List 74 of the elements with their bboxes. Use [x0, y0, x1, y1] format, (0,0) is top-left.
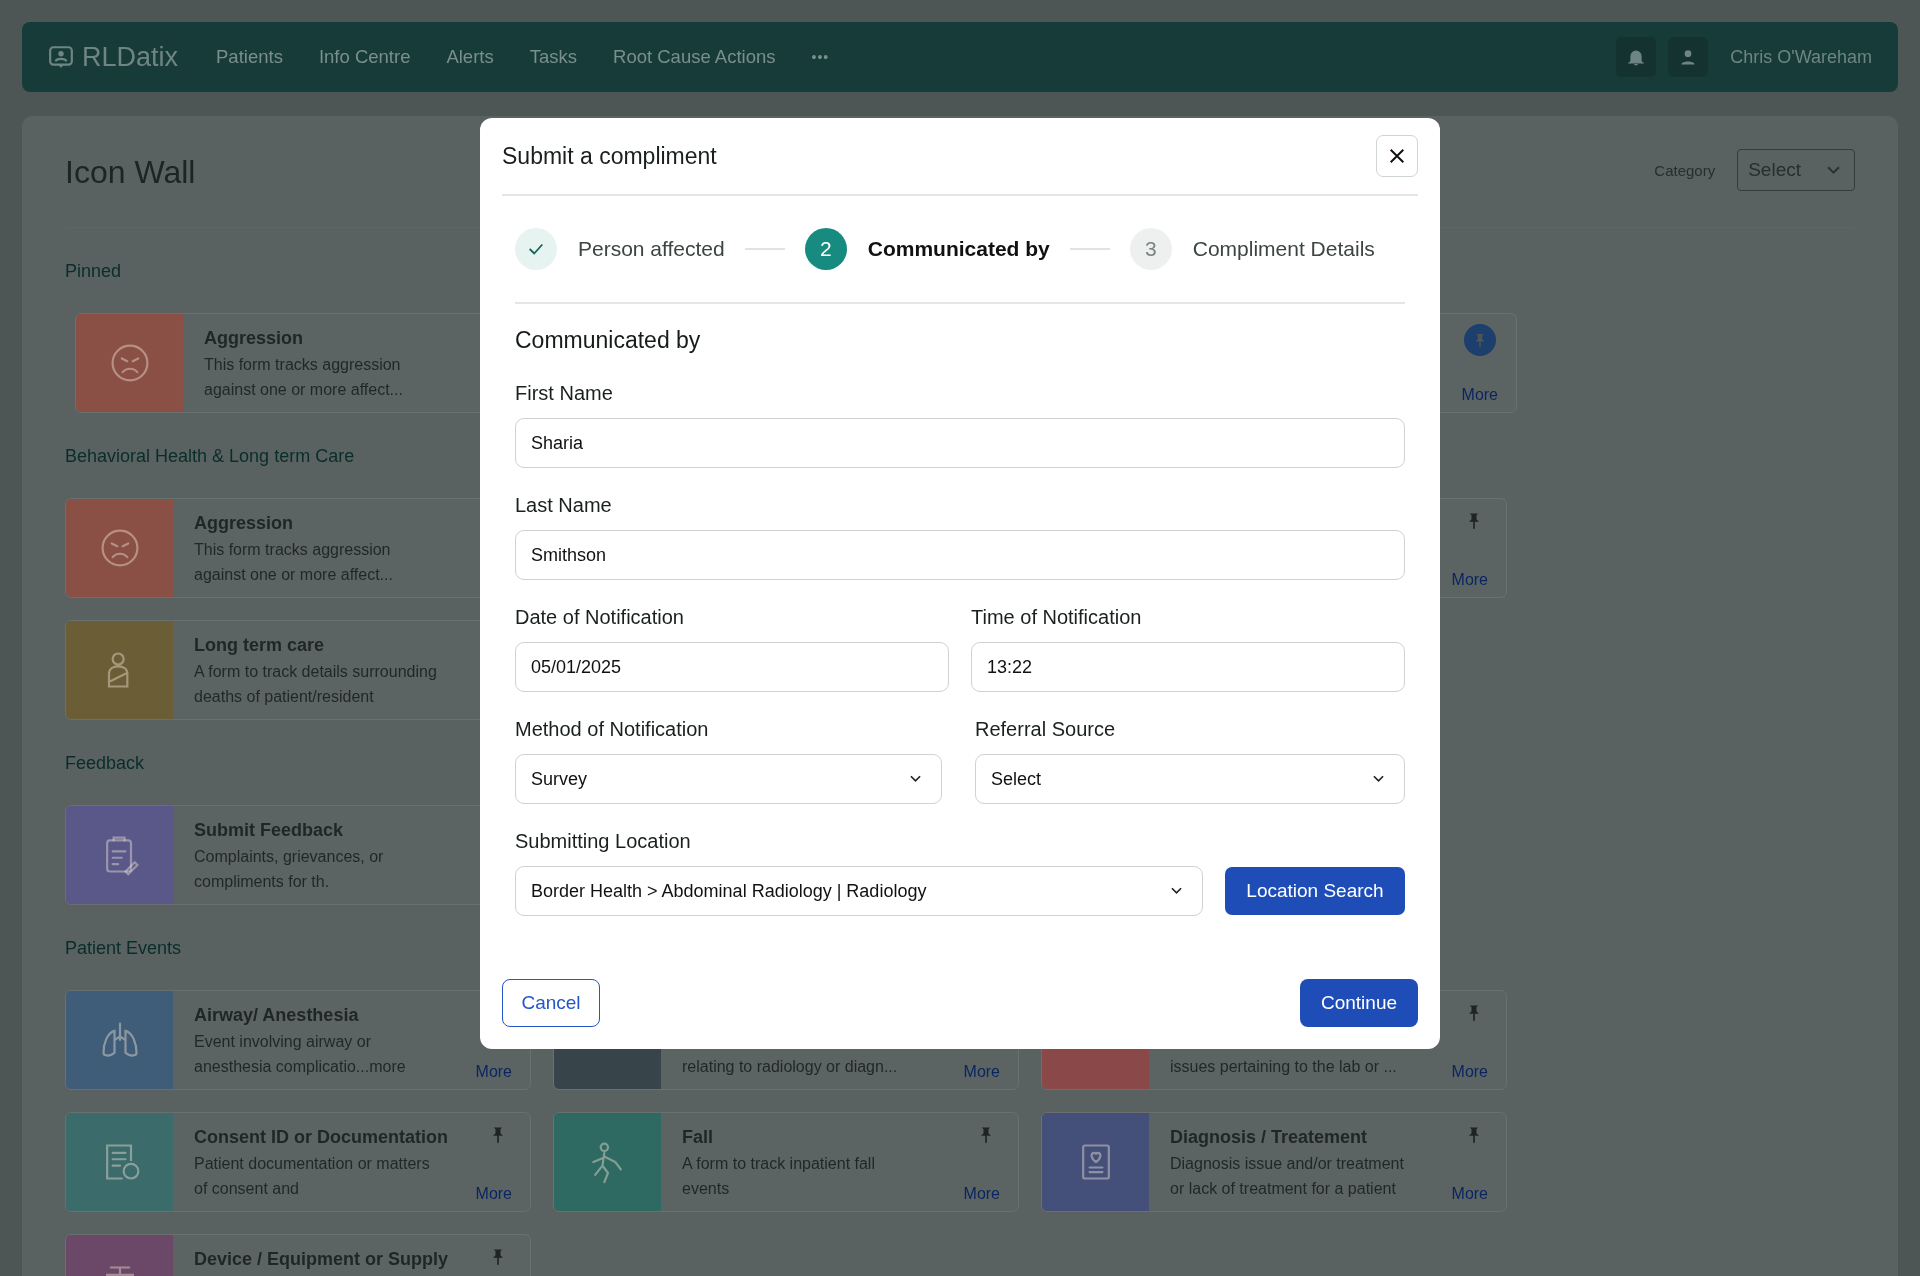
form-section-heading: Communicated by [515, 326, 702, 355]
card-title: Fall [682, 1126, 714, 1149]
section-heading: Pinned [65, 260, 122, 283]
more-link[interactable]: More [1451, 1185, 1488, 1203]
card-title: Airway/ Anesthesia [194, 1004, 360, 1027]
field-label: First Name [515, 381, 614, 406]
more-link[interactable]: More [475, 1185, 512, 1203]
step-label: Compliment Details [1192, 237, 1375, 261]
logo-icon [48, 44, 74, 70]
nav-link[interactable]: Patients [216, 46, 283, 68]
section-heading: Behavioral Health & Long term Care [65, 445, 355, 468]
card-title: Diagnosis / Treatement [1170, 1126, 1369, 1149]
card-description: This form tracks aggression against one or more affect... [204, 355, 403, 400]
notifications-button[interactable] [1616, 37, 1657, 77]
nav-link[interactable]: Info Centre [318, 46, 411, 68]
card-description: Patient documentation or matters of consent and [194, 1154, 431, 1199]
field-label: Referral Source [975, 717, 1117, 742]
card-description: A form to track details surrounding deaths of patient/resident [194, 662, 437, 707]
page-title: Icon Wall [65, 153, 196, 191]
dropdown-field[interactable]: Border Health > Abdominal Radiology | Radiology [515, 866, 1203, 916]
more-link[interactable]: More [963, 1185, 1000, 1203]
card-description: A form to track inpatient fall events [682, 1154, 875, 1199]
field-label: Time of Notification [971, 605, 1143, 630]
text-field[interactable]: Smithson [515, 530, 1405, 580]
card-title: Device / Equipment or Supply [194, 1248, 449, 1271]
brand-name[interactable]: RLDatix [82, 41, 179, 73]
field-label: Submitting Location [515, 829, 692, 854]
card-description: Complaints, grievances, or compliments for th. [194, 847, 384, 892]
more-menu-button[interactable]: ••• [811, 49, 830, 65]
step-indicator: 3 [1129, 228, 1172, 270]
dropdown-field[interactable]: Select [975, 754, 1405, 804]
step-label: Communicated by [867, 237, 1050, 261]
more-link[interactable]: More [963, 1063, 1000, 1081]
field-label: Method of Notification [515, 717, 710, 742]
section-heading: Feedback [65, 752, 145, 775]
chevron-down-icon [910, 775, 921, 783]
text-field[interactable]: Sharia [515, 418, 1405, 468]
more-link[interactable]: More [475, 1063, 512, 1081]
card-title: Aggression [204, 327, 305, 350]
card-title: Long term care [194, 634, 326, 657]
close-icon [1388, 147, 1406, 165]
step-label: Person affected [578, 237, 725, 261]
text-field[interactable]: 05/01/2025 [515, 642, 949, 692]
card-description: relating to radiology or diagn... [682, 1057, 898, 1077]
nav-link[interactable]: Tasks [529, 46, 577, 68]
card-title: Aggression [194, 512, 295, 535]
card-description: Event involving airway or anesthesia complicatio...more [194, 1032, 406, 1077]
step-indicator: 2 [804, 228, 847, 270]
profile-button[interactable] [1668, 37, 1709, 77]
location-search-button[interactable]: Location Search [1225, 867, 1405, 915]
user-name[interactable]: Chris O'Wareham [1730, 46, 1872, 68]
field-label: Last Name [515, 493, 613, 518]
field-label: Date of Notification [515, 605, 685, 630]
card-description: This form tracks aggression against one or more affect... [194, 540, 393, 585]
nav-link[interactable]: Root Cause Actions [613, 46, 776, 68]
dropdown-field[interactable]: Survey [515, 754, 942, 804]
nav-link[interactable]: Alerts [446, 46, 494, 68]
close-button[interactable] [1376, 135, 1418, 177]
unpin-button[interactable] [1464, 324, 1496, 356]
continue-button[interactable]: Continue [1300, 979, 1418, 1027]
chevron-down-icon [1827, 165, 1840, 175]
chevron-down-icon [1373, 775, 1384, 783]
dialog-title: Submit a compliment [502, 142, 717, 170]
section-heading: Patient Events [65, 937, 182, 960]
chevron-down-icon [1171, 887, 1182, 895]
cancel-button[interactable]: Cancel [502, 979, 600, 1027]
card-title: Submit Feedback [194, 819, 345, 842]
text-field[interactable]: 13:22 [971, 642, 1405, 692]
more-link[interactable]: More [1451, 1063, 1488, 1081]
more-link[interactable]: More [1451, 571, 1488, 589]
more-link[interactable]: More [1461, 386, 1498, 404]
card-description: issues pertaining to the lab or ... [1170, 1057, 1397, 1077]
card-description: Diagnosis issue and/or treatment or lack of treatment for a patient [1170, 1154, 1404, 1199]
card-title: Consent ID or Documentation [194, 1126, 448, 1149]
